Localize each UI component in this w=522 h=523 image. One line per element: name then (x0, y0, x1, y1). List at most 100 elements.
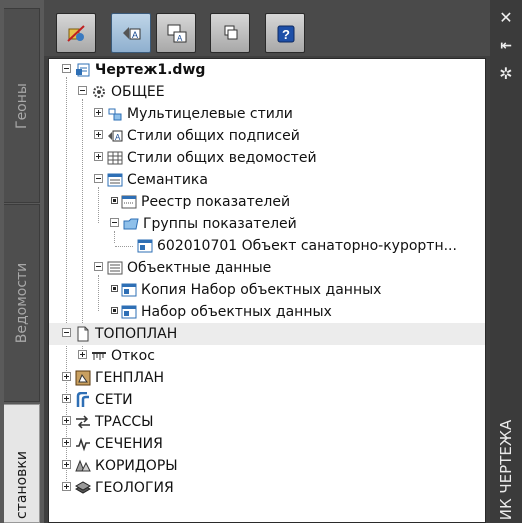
collapse-toggle[interactable] (94, 262, 103, 271)
table-icon (107, 151, 123, 165)
tree-row-root[interactable]: Чертеж1.dwg (49, 59, 485, 81)
tree-row-corridors[interactable]: КОРИДОРЫ (49, 455, 485, 477)
leaf-marker (111, 197, 118, 204)
expand-toggle[interactable] (78, 350, 87, 359)
text-style-button[interactable]: A (111, 13, 151, 53)
tree-row-slope[interactable]: Откос (49, 345, 485, 367)
collapse-toggle[interactable] (62, 328, 71, 337)
palette-title-bar: ✕ ⇤ ✲ ИК ЧЕРТЕЖА (490, 0, 522, 523)
expand-toggle[interactable] (62, 438, 71, 447)
copy-button[interactable] (210, 13, 250, 53)
registry-icon (121, 195, 137, 209)
drawing-tree: Чертеж1.dwg ОБЩЕЕ Мультицелевые стили A … (48, 58, 486, 523)
tab-label: становки (13, 451, 30, 519)
text-style-icon: A (123, 27, 141, 40)
tab-geons[interactable]: Геоны (4, 8, 40, 203)
tree-row-table-styles[interactable]: Стили общих ведомостей (49, 147, 485, 169)
help-button[interactable]: ? (265, 13, 305, 53)
tree-label: 602010701 Объект санаторно-курортн... (157, 238, 457, 254)
svg-text:A: A (115, 133, 121, 142)
settings-icon[interactable]: ✲ (496, 64, 516, 84)
expand-toggle[interactable] (62, 372, 71, 381)
tree-label: СЕЧЕНИЯ (95, 436, 163, 452)
tree-row-object-data[interactable]: Объектные данные (49, 257, 485, 279)
tree-row-routes[interactable]: ТРАССЫ (49, 411, 485, 433)
tree-row-semantics[interactable]: Семантика (49, 169, 485, 191)
tree-row-networks[interactable]: СЕТИ (49, 389, 485, 411)
tree-label: Набор объектных данных (141, 304, 332, 320)
leaf-marker (111, 285, 118, 292)
tree-row-indicator-groups[interactable]: Группы показателей (49, 213, 485, 235)
palette-title: ИК ЧЕРТЕЖА (497, 419, 515, 521)
gear-icon (93, 86, 105, 98)
tree-label: Чертеж1.dwg (95, 62, 206, 78)
tree-row-group-item[interactable]: 602010701 Объект санаторно-курортн... (49, 235, 485, 257)
clean-button[interactable] (56, 13, 96, 53)
tree-row-sections[interactable]: СЕЧЕНИЯ (49, 433, 485, 455)
clean-icon (67, 25, 85, 42)
tab-sheets[interactable]: Ведомости (4, 204, 40, 402)
text-style-replace-button[interactable]: A (156, 13, 196, 53)
tree-label: ГЕОЛОГИЯ (95, 480, 174, 496)
tree-label: Семантика (127, 172, 208, 188)
networks-icon (76, 392, 89, 407)
tree-row-od-set[interactable]: Набор объектных данных (49, 301, 485, 323)
expand-toggle[interactable] (62, 460, 71, 469)
tree-row-label-styles[interactable]: A Стили общих подписей (49, 125, 485, 147)
collapse-toggle[interactable] (94, 174, 103, 183)
dataset-icon (121, 283, 137, 297)
close-icon[interactable]: ✕ (496, 8, 516, 28)
dataset-icon (121, 305, 137, 319)
expand-toggle[interactable] (94, 152, 103, 161)
left-tab-strip: Геоны Ведомости становки (0, 0, 44, 523)
tree-label: ТРАССЫ (95, 414, 154, 430)
semantics-icon (107, 173, 123, 187)
tree-row-indicator-registry[interactable]: Реестр показателей (49, 191, 485, 213)
tree-row-multileader-styles[interactable]: Мультицелевые стили (49, 103, 485, 125)
tree-row-od-copy[interactable]: Копия Набор объектных данных (49, 279, 485, 301)
collapse-toggle[interactable] (78, 86, 87, 95)
tab-settings[interactable]: становки (4, 404, 40, 523)
collapse-toggle[interactable] (62, 64, 71, 73)
expand-toggle[interactable] (62, 394, 71, 403)
tree-label: КОРИДОРЫ (95, 458, 178, 474)
label-style-icon: A (108, 130, 123, 142)
svg-text:A: A (177, 34, 183, 43)
drawing-file-icon (76, 63, 90, 77)
geology-icon (75, 481, 91, 494)
expand-toggle[interactable] (62, 416, 71, 425)
tree-row-genplan[interactable]: ГЕНПЛАН (49, 367, 485, 389)
tab-label: Ведомости (13, 262, 30, 344)
tree-label: ОБЩЕЕ (111, 84, 165, 100)
tree-label: Стили общих подписей (127, 128, 300, 144)
tree-row-topoplan[interactable]: ТОПОПЛАН (49, 323, 485, 345)
tree-label: Откос (111, 348, 155, 364)
tree-row-general[interactable]: ОБЩЕЕ (49, 81, 485, 103)
expand-toggle[interactable] (94, 108, 103, 117)
svg-text:?: ? (282, 27, 290, 42)
tree-label: Объектные данные (127, 260, 272, 276)
multileader-icon (108, 108, 122, 121)
genplan-icon (75, 370, 91, 386)
collapse-toggle[interactable] (110, 218, 119, 227)
sections-icon (76, 437, 90, 452)
drawing-browser-panel: A A ? Чертеж1.dwg ОБЩЕЕ Мультицелевые ст… (44, 0, 490, 523)
tree-row-geology[interactable]: ГЕОЛОГИЯ (49, 477, 485, 499)
pin-icon[interactable]: ⇤ (496, 36, 516, 56)
tree-label: ТОПОПЛАН (95, 326, 178, 342)
expand-toggle[interactable] (62, 482, 71, 491)
tree-label: СЕТИ (95, 392, 133, 408)
tree-label: Группы показателей (143, 216, 297, 232)
copy-icon (224, 25, 238, 40)
expand-toggle[interactable] (94, 130, 103, 139)
layer-icon (77, 326, 89, 342)
toolbar: A A ? (44, 0, 490, 56)
tree-label: Мультицелевые стили (127, 106, 293, 122)
tree-label: ГЕНПЛАН (95, 370, 165, 386)
tab-label: Геоны (13, 82, 30, 129)
object-data-icon (107, 261, 123, 275)
text-style-replace-icon: A (167, 24, 187, 43)
folder-icon (123, 218, 139, 230)
corridors-icon (75, 459, 91, 472)
leaf-marker (111, 307, 118, 314)
